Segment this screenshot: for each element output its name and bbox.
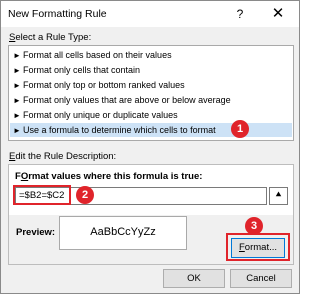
rule-type-item-selected[interactable]: ► Use a formula to determine which cells …: [10, 123, 292, 137]
rule-type-item[interactable]: ► Format only top or bottom ranked values: [10, 78, 292, 92]
arrow-right-icon: ►: [13, 96, 21, 105]
rule-type-item-label: Format only values that are above or bel…: [23, 95, 231, 105]
formula-label: FOrmat values where this formula is true…: [15, 171, 202, 182]
arrow-right-icon: ►: [13, 51, 21, 60]
annotation-badge-1: 1: [231, 120, 249, 138]
preview-label: Preview:: [16, 227, 56, 238]
rule-description-label: Edit the Rule Description:: [9, 151, 116, 162]
annotation-highlight-format: [226, 233, 290, 261]
rule-type-item[interactable]: ► Format only cells that contain: [10, 63, 292, 77]
rule-description-label-text: dit the Rule Description:: [15, 151, 117, 162]
arrow-right-icon: ►: [13, 111, 21, 120]
rule-description-box: FOrmat values where this formula is true…: [8, 164, 294, 265]
cancel-button[interactable]: Cancel: [230, 269, 292, 288]
new-formatting-rule-dialog: New Formatting Rule ? ✕ Select a Rule Ty…: [0, 0, 300, 294]
arrow-right-icon: ►: [13, 81, 21, 90]
rule-type-list[interactable]: ► Format all cells based on their values …: [8, 45, 294, 141]
dialog-title: New Formatting Rule: [8, 8, 107, 20]
rule-type-item-label: Format only top or bottom ranked values: [23, 80, 185, 90]
close-button[interactable]: ✕: [266, 4, 290, 24]
rule-type-item[interactable]: ► Format only unique or duplicate values: [10, 108, 292, 122]
rule-type-label: Select a Rule Type:: [9, 32, 91, 43]
rule-type-item[interactable]: ► Format all cells based on their values: [10, 48, 292, 62]
title-bar: New Formatting Rule ? ✕: [1, 1, 299, 27]
rule-type-item-label: Format all cells based on their values: [23, 50, 172, 60]
formula-label-text: rmat values where this formula is true:: [28, 171, 203, 182]
help-button[interactable]: ?: [229, 4, 251, 24]
rule-type-item[interactable]: ► Format only values that are above or be…: [10, 93, 292, 107]
arrow-right-icon: ►: [13, 66, 21, 75]
formula-panel: FOrmat values where this formula is true…: [9, 165, 293, 215]
annotation-highlight-formula: [13, 185, 71, 205]
annotation-badge-2: 2: [76, 186, 94, 204]
preview-text: AaBbCcYyZz: [90, 226, 156, 238]
rule-type-item-label: Use a formula to determine which cells t…: [23, 125, 216, 135]
ok-button[interactable]: OK: [163, 269, 225, 288]
rule-type-label-text: elect a Rule Type:: [15, 32, 92, 43]
rule-type-item-label: Format only cells that contain: [23, 65, 141, 75]
arrow-right-icon: ►: [13, 126, 21, 135]
collapse-dialog-icon[interactable]: ⯅: [269, 187, 288, 205]
preview-box: AaBbCcYyZz: [59, 216, 187, 250]
rule-type-item-label: Format only unique or duplicate values: [23, 110, 178, 120]
